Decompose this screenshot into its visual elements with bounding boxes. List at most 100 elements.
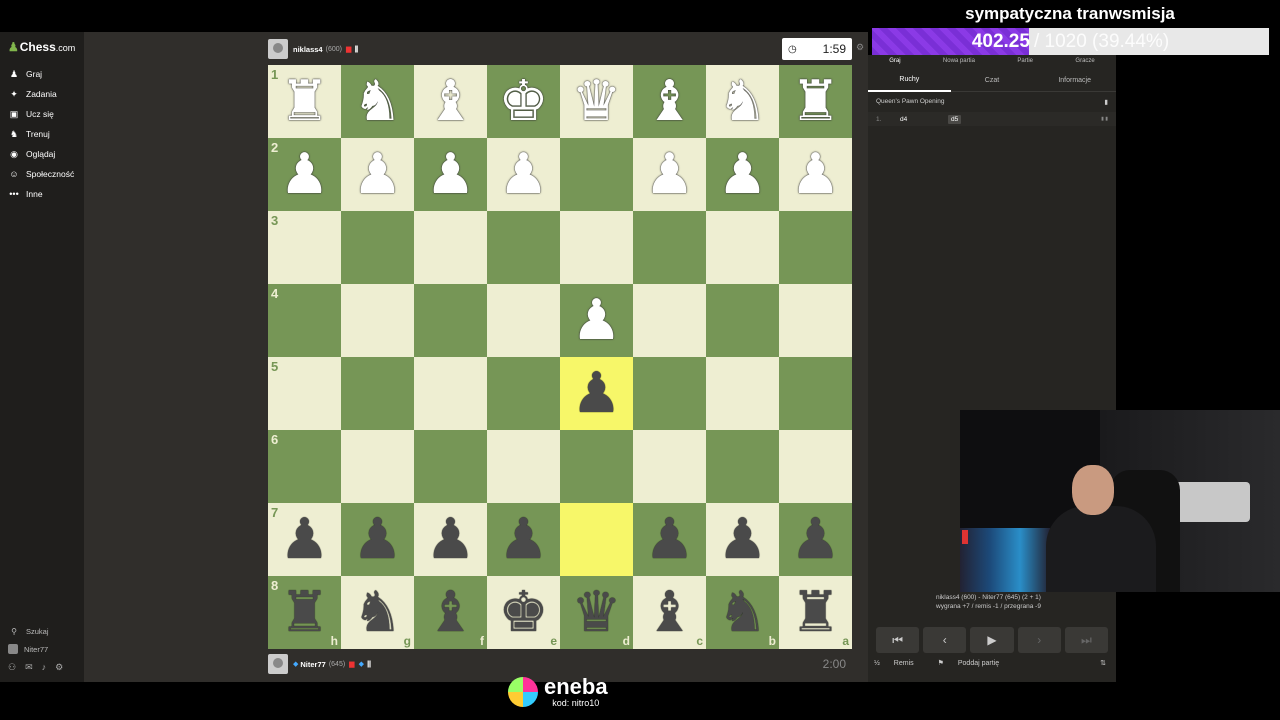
settings-icon[interactable]: ⚙: [55, 662, 63, 673]
chess-piece[interactable]: ♝: [644, 584, 694, 641]
board-square[interactable]: [633, 211, 706, 284]
chess-piece[interactable]: ♟: [498, 511, 548, 568]
resign-button[interactable]: ⚑ Poddaj partię: [938, 659, 1012, 667]
top-player-name[interactable]: niklass4: [293, 45, 323, 54]
board-square[interactable]: f ♝: [414, 576, 487, 649]
board-square[interactable]: ♜: [779, 65, 852, 138]
chess-piece[interactable]: ♚: [498, 73, 548, 130]
board-square[interactable]: 1 ♜: [268, 65, 341, 138]
board-square[interactable]: [560, 138, 633, 211]
board-square[interactable]: 3: [268, 211, 341, 284]
board-square[interactable]: [779, 211, 852, 284]
board-square[interactable]: 8 h ♜: [268, 576, 341, 649]
board-square[interactable]: [341, 211, 414, 284]
chess-board[interactable]: 1 ♜ ♞ ♝ ♚ ♛ ♝ ♞ ♜ 2 ♟ ♟ ♟ ♟ ♟ ♟ ♟ 3 4 ♟ 5 ♟ 6 7 ♟ ♟ ♟ ♟ ♟ ♟ ♟ 8 h ♜ g ♞ f ♝ e ♚…: [268, 65, 852, 649]
panel-tab[interactable]: Partie: [1017, 58, 1033, 64]
chess-piece[interactable]: ♟: [790, 511, 840, 568]
bottom-player-name[interactable]: Niter77: [300, 660, 325, 669]
board-square[interactable]: 5: [268, 357, 341, 430]
sidebar-item-learn[interactable]: ▣ Ucz się: [0, 104, 84, 124]
board-square[interactable]: ♟: [341, 503, 414, 576]
board-square[interactable]: [706, 284, 779, 357]
chess-piece[interactable]: ♛: [571, 73, 621, 130]
bottom-player-avatar[interactable]: [268, 654, 288, 674]
board-square[interactable]: ♟: [414, 503, 487, 576]
chess-piece[interactable]: ♞: [717, 73, 767, 130]
chess-piece[interactable]: ♟: [790, 146, 840, 203]
play-button[interactable]: ▶: [970, 627, 1014, 653]
move-black[interactable]: d5: [948, 114, 962, 124]
sidebar-item-community[interactable]: ☺ Społeczność: [0, 164, 84, 184]
sidebar-item-watch[interactable]: ◉ Oglądaj: [0, 144, 84, 164]
board-square[interactable]: c ♝: [633, 576, 706, 649]
board-square[interactable]: [633, 357, 706, 430]
board-square[interactable]: ♟: [560, 357, 633, 430]
board-square[interactable]: 6: [268, 430, 341, 503]
board-square[interactable]: ♟: [560, 284, 633, 357]
board-square[interactable]: [341, 430, 414, 503]
chess-piece[interactable]: ♜: [279, 73, 329, 130]
board-square[interactable]: ♚: [487, 65, 560, 138]
board-square[interactable]: [633, 430, 706, 503]
chess-piece[interactable]: ♜: [279, 584, 329, 641]
sidebar-item-more[interactable]: ••• Inne: [0, 184, 84, 204]
sidebar-item-play[interactable]: ♟ Graj: [0, 64, 84, 84]
chess-piece[interactable]: ♟: [279, 146, 329, 203]
board-square[interactable]: 7 ♟: [268, 503, 341, 576]
board-square[interactable]: 2 ♟: [268, 138, 341, 211]
chess-piece[interactable]: ♞: [352, 73, 402, 130]
chess-piece[interactable]: ♝: [425, 73, 475, 130]
panel-tab[interactable]: Graj: [889, 58, 900, 64]
board-square[interactable]: ♟: [487, 503, 560, 576]
board-settings-icon[interactable]: ⚙: [856, 42, 864, 53]
chess-piece[interactable]: ♟: [279, 511, 329, 568]
chess-piece[interactable]: ♟: [352, 146, 402, 203]
chess-piece[interactable]: ♝: [425, 584, 475, 641]
board-square[interactable]: ♟: [779, 503, 852, 576]
board-square[interactable]: e ♚: [487, 576, 560, 649]
board-square[interactable]: ♟: [706, 138, 779, 211]
board-square[interactable]: [487, 211, 560, 284]
board-square[interactable]: [706, 211, 779, 284]
panel-subtab[interactable]: Ruchy: [868, 70, 951, 92]
chess-piece[interactable]: ♟: [352, 511, 402, 568]
board-square[interactable]: ♞: [341, 65, 414, 138]
messages-icon[interactable]: ✉: [25, 662, 33, 673]
board-square[interactable]: [779, 284, 852, 357]
board-square[interactable]: [706, 430, 779, 503]
sidebar-item-train[interactable]: ♞ Trenuj: [0, 124, 84, 144]
chess-piece[interactable]: ♞: [717, 584, 767, 641]
board-square[interactable]: [779, 430, 852, 503]
board-square[interactable]: ♞: [706, 65, 779, 138]
board-square[interactable]: [341, 284, 414, 357]
chess-piece[interactable]: ♚: [498, 584, 548, 641]
prev-move-button[interactable]: ‹: [923, 627, 967, 653]
board-square[interactable]: ♛: [560, 65, 633, 138]
chess-piece[interactable]: ♛: [571, 584, 621, 641]
board-square[interactable]: [414, 357, 487, 430]
last-move-button[interactable]: ⏭: [1064, 627, 1109, 653]
board-square[interactable]: [633, 284, 706, 357]
search-link[interactable]: ⚲ Szukaj: [0, 622, 84, 640]
board-square[interactable]: [487, 357, 560, 430]
board-square[interactable]: [341, 357, 414, 430]
chess-piece[interactable]: ♟: [498, 146, 548, 203]
book-icon[interactable]: ▮: [1104, 98, 1108, 106]
chess-logo[interactable]: ♟Chess.com: [8, 40, 75, 54]
chess-piece[interactable]: ♟: [571, 365, 621, 422]
flip-board-icon[interactable]: ⇅: [1100, 659, 1106, 667]
board-square[interactable]: 4: [268, 284, 341, 357]
board-square[interactable]: [560, 430, 633, 503]
chess-piece[interactable]: ♜: [790, 73, 840, 130]
board-square[interactable]: [779, 357, 852, 430]
notifications-icon[interactable]: ♪: [42, 662, 47, 673]
chess-piece[interactable]: ♟: [571, 292, 621, 349]
sidebar-item-puzzles[interactable]: ✦ Zadania: [0, 84, 84, 104]
board-square[interactable]: [706, 357, 779, 430]
panel-subtab[interactable]: Informacje: [1033, 71, 1116, 91]
panel-subtab[interactable]: Czat: [951, 71, 1034, 91]
panel-tab[interactable]: Gracze: [1075, 58, 1094, 64]
chess-piece[interactable]: ♟: [644, 511, 694, 568]
user-link[interactable]: Niter77: [0, 640, 84, 658]
chess-piece[interactable]: ♟: [425, 511, 475, 568]
